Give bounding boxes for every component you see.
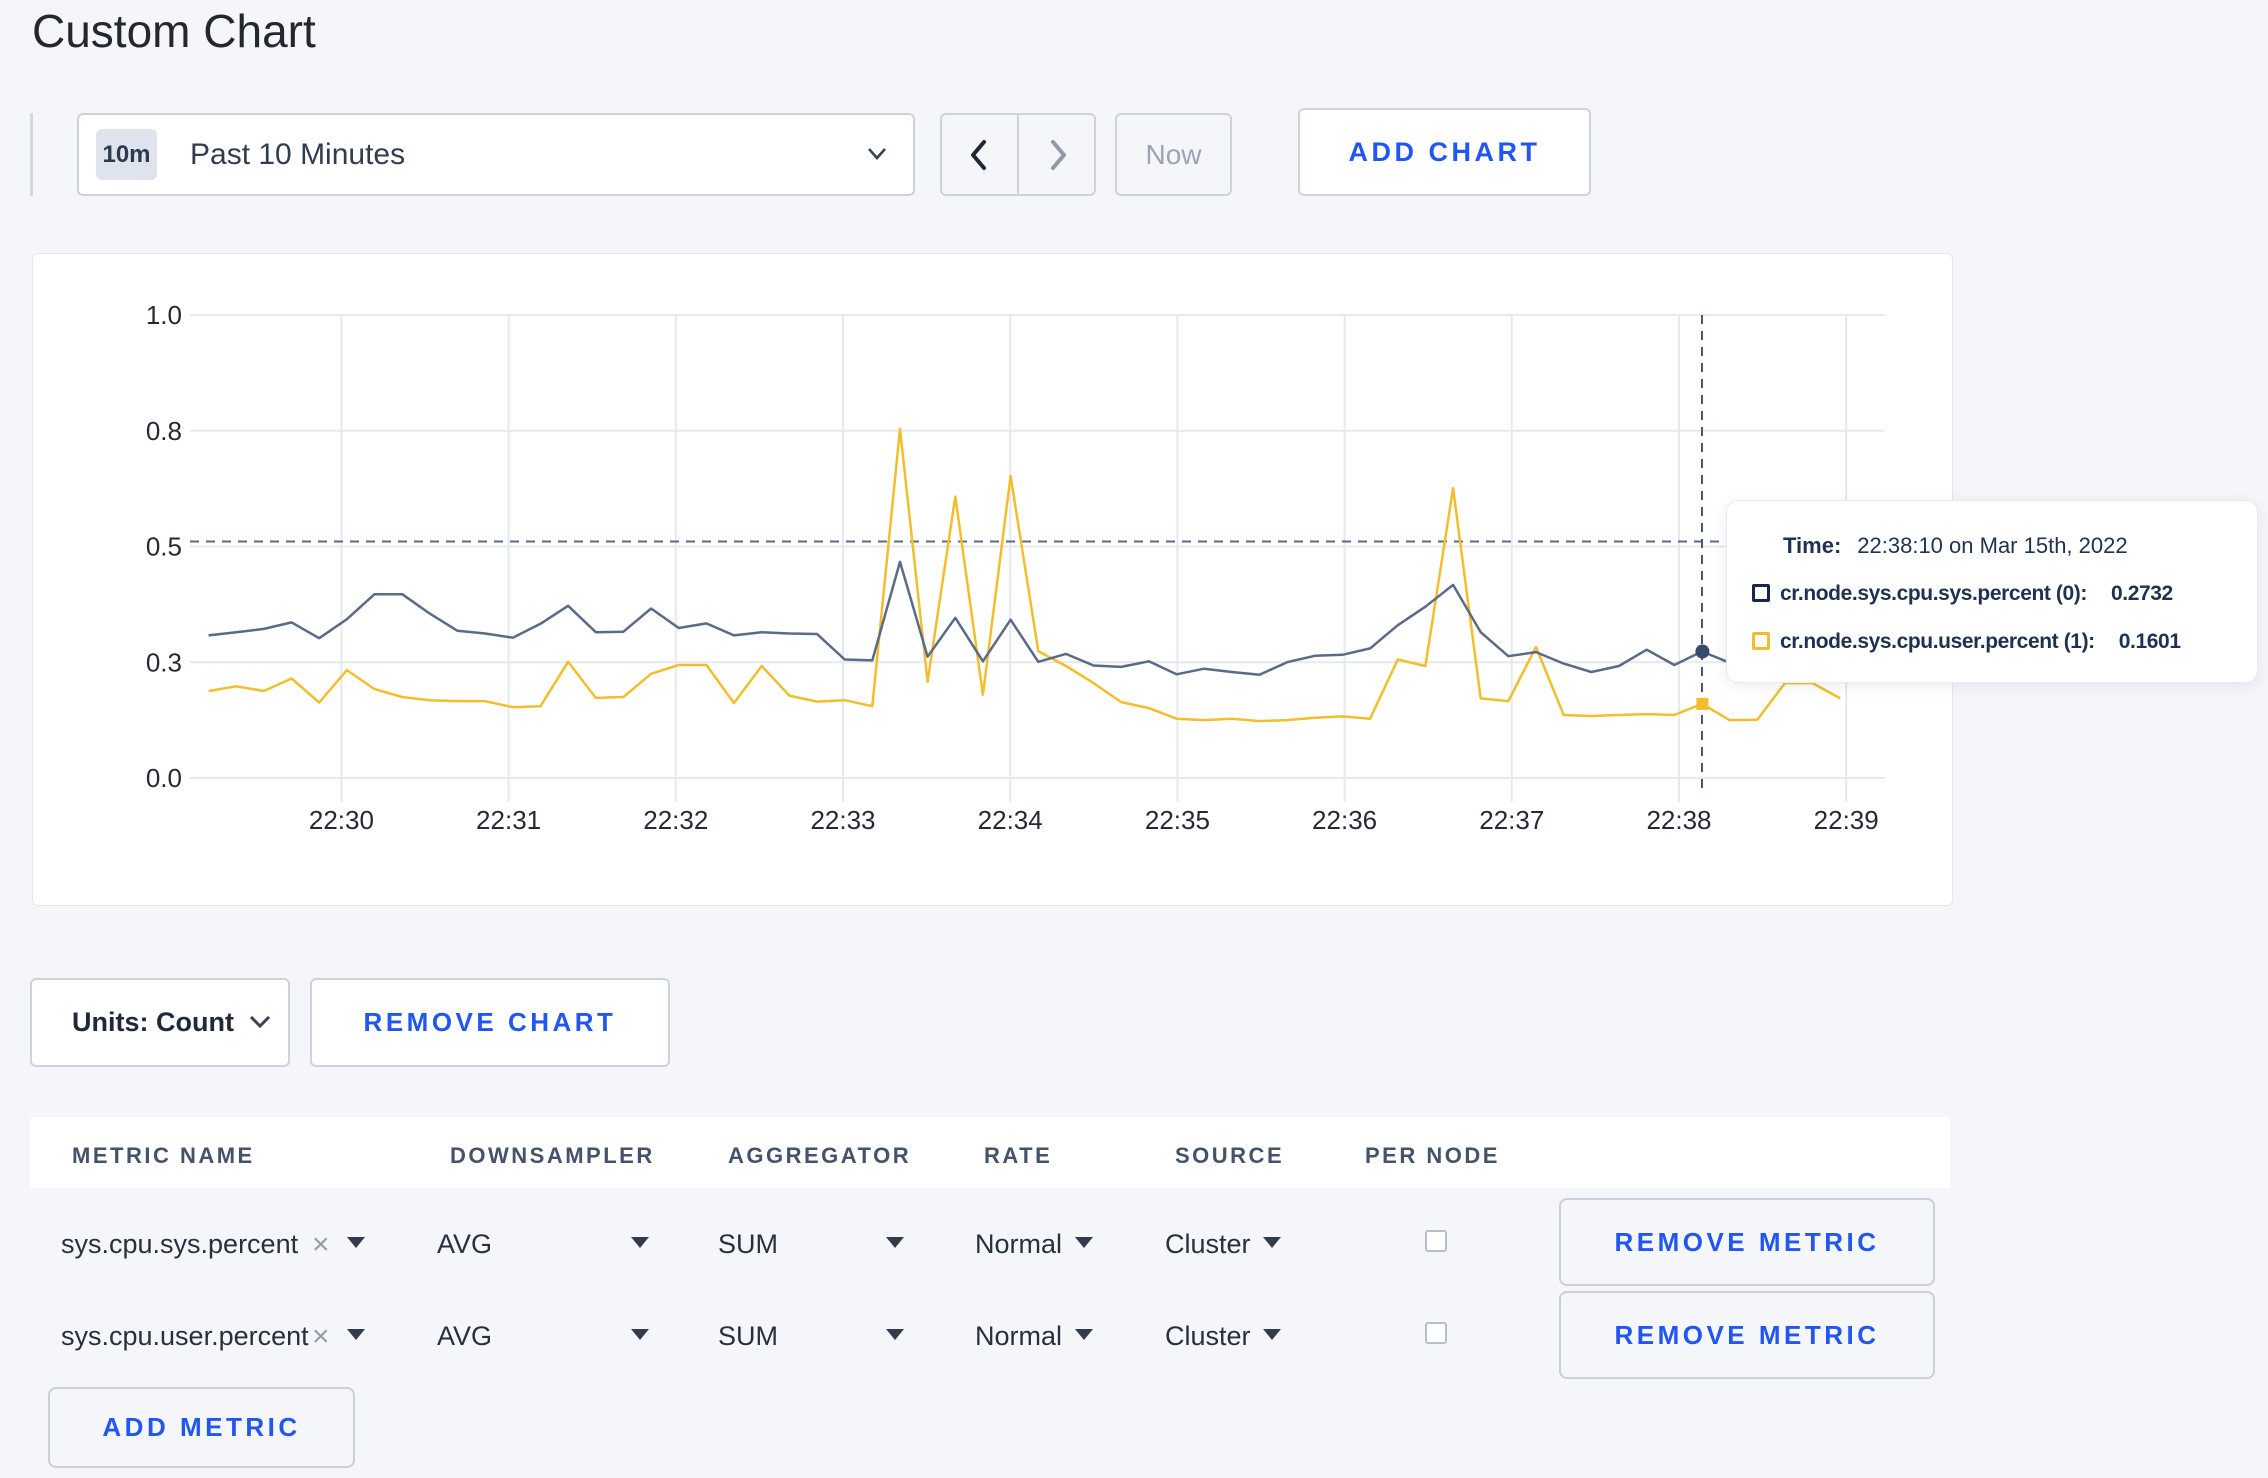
svg-text:1.0: 1.0: [146, 300, 182, 330]
svg-text:22:34: 22:34: [978, 805, 1043, 835]
svg-text:0.3: 0.3: [146, 647, 182, 677]
svg-text:22:37: 22:37: [1479, 805, 1544, 835]
svg-text:0.0: 0.0: [146, 763, 182, 793]
svg-text:22:35: 22:35: [1145, 805, 1210, 835]
svg-text:22:39: 22:39: [1814, 805, 1879, 835]
svg-text:22:31: 22:31: [476, 805, 541, 835]
svg-text:0.5: 0.5: [146, 532, 182, 562]
svg-text:22:30: 22:30: [309, 805, 374, 835]
svg-text:22:32: 22:32: [643, 805, 708, 835]
svg-text:22:33: 22:33: [810, 805, 875, 835]
svg-text:22:36: 22:36: [1312, 805, 1377, 835]
svg-text:22:38: 22:38: [1646, 805, 1711, 835]
svg-text:0.8: 0.8: [146, 416, 182, 446]
